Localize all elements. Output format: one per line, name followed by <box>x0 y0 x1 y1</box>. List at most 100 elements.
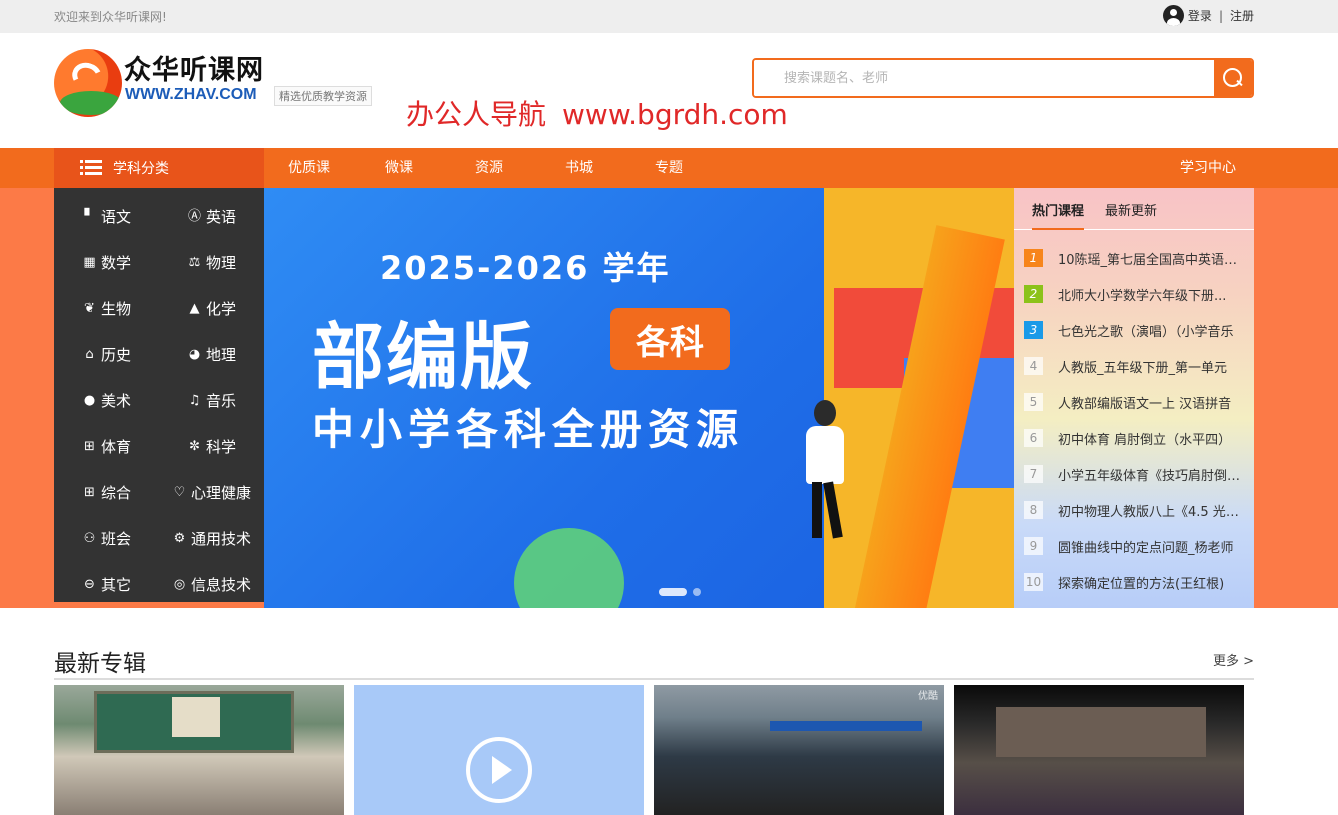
hot-course-item[interactable]: 1 10陈瑶_第七届全国高中英语课堂 <box>1024 247 1246 269</box>
leaf-decoration <box>514 528 624 608</box>
nav-links: 优质课 微课 资源 书城 专题 <box>264 148 714 188</box>
album-card[interactable] <box>354 685 644 815</box>
globe-icon: ◕ <box>188 346 201 362</box>
banner-year: 2025-2026 学年 <box>380 249 671 287</box>
subject-pe[interactable]: ⊞ 体育 <box>54 423 159 469</box>
hot-courses-panel: 热门课程 最新更新 1 10陈瑶_第七届全国高中英语课堂 2 北师大小学数学六年级下… <box>1014 188 1254 608</box>
subject-sidebar: ▘ 语文 Ⓐ 英语 ▦ 数学 ⚖ 物理 ❦ 生物 ▲ 化学 ⌂ 历史 ◕ 地理 ● 美术 ♫ 音乐 … <box>54 188 264 602</box>
nav-link-resources[interactable]: 资源 <box>444 148 534 188</box>
hot-course-item[interactable]: 5 人教部编版语文一上 汉语拼音 <box>1024 391 1246 413</box>
latest-albums-header: 最新专辑 更多 > <box>54 640 1254 680</box>
hot-course-item[interactable]: 4 人教版_五年级下册_第一单元 <box>1024 355 1246 377</box>
album-card[interactable]: 优酷 <box>654 685 944 815</box>
site-logo[interactable]: 众华听课网 WWW.ZHAV.COM 精选优质教学资源 <box>54 48 384 118</box>
flask-icon: ▲ <box>189 300 200 316</box>
category-menu-button[interactable]: 学科分类 <box>54 148 264 188</box>
hot-course-item[interactable]: 3 七色光之歌（演唱）（小学音乐 <box>1024 319 1246 341</box>
calculator-icon: ▦ <box>83 254 96 270</box>
user-area: 登录 | 注册 <box>1162 5 1254 26</box>
album-card[interactable] <box>54 685 344 815</box>
book-icon: ▘ <box>84 208 95 224</box>
hot-course-item[interactable]: 10 探索确定位置的方法(王红根) <box>1024 571 1246 593</box>
section-title: 最新专辑 <box>54 651 146 677</box>
signal-icon: ◎ <box>173 576 186 592</box>
promo-banner[interactable]: 2025-2026 学年 部编版 各科 中小学各科全册资源 <box>264 188 1014 608</box>
gear-ring-icon: ⚙ <box>173 530 186 546</box>
search-box <box>752 58 1254 98</box>
menu-list-icon <box>80 160 102 176</box>
people-icon: ⚇ <box>83 530 96 546</box>
subject-art[interactable]: ● 美术 <box>54 377 159 423</box>
watermark-name: 办公人导航 <box>406 98 547 131</box>
hot-course-item[interactable]: 6 初中体育 肩肘倒立（水平四） <box>1024 427 1246 449</box>
subject-chemistry[interactable]: ▲ 化学 <box>159 285 264 331</box>
logo-name: 众华听课网 <box>124 55 264 86</box>
header: 众华听课网 WWW.ZHAV.COM 精选优质教学资源 办公人导航 www.bgr… <box>0 33 1338 148</box>
slide-dot-2[interactable] <box>693 588 701 596</box>
tab-hot-courses[interactable]: 热门课程 <box>1032 200 1085 230</box>
subject-math[interactable]: ▦ 数学 <box>54 239 159 285</box>
slide-dots <box>659 588 701 596</box>
nav-link-topics[interactable]: 专题 <box>624 148 714 188</box>
search-button[interactable] <box>1214 60 1252 96</box>
hot-course-item[interactable]: 8初中物理人教版八上《4.5 光的色散》 <box>1024 499 1246 521</box>
nav-link-bookstore[interactable]: 书城 <box>534 148 624 188</box>
teacher-illustration <box>796 400 856 540</box>
hot-course-item[interactable]: 2 北师大小学数学六年级下册... <box>1024 283 1246 305</box>
separator: | <box>1218 8 1223 23</box>
grid-icon: ⊞ <box>84 484 95 500</box>
album-card[interactable] <box>954 685 1244 815</box>
welcome-text: 欢迎来到众华听课网! <box>54 10 167 24</box>
banner-subline: 中小学各科全册资源 <box>312 405 745 454</box>
nav-link-micro-course[interactable]: 微课 <box>354 148 444 188</box>
subject-chinese[interactable]: ▘ 语文 <box>54 193 159 239</box>
search-input[interactable] <box>754 60 1214 96</box>
subject-science[interactable]: ✼ 科学 <box>159 423 264 469</box>
palette-icon: ● <box>83 392 96 408</box>
letter-a-icon: Ⓐ <box>187 208 201 224</box>
banner-badge: 各科 <box>610 308 730 370</box>
album-cards: 优酷 <box>54 685 1254 815</box>
subject-it[interactable]: ◎ 信息技术 <box>159 561 264 607</box>
subject-history[interactable]: ⌂ 历史 <box>54 331 159 377</box>
nav-link-quality-course[interactable]: 优质课 <box>264 148 354 188</box>
logo-mark-icon <box>54 49 122 117</box>
hero-section: ▘ 语文 Ⓐ 英语 ▦ 数学 ⚖ 物理 ❦ 生物 ▲ 化学 ⌂ 历史 ◕ 地理 ● 美术 ♫ 音乐 … <box>0 188 1338 608</box>
watermark: 办公人导航 www.bgrdh.com <box>406 93 788 133</box>
hot-tabs: 热门课程 最新更新 <box>1014 188 1254 230</box>
subject-class-meeting[interactable]: ⚇ 班会 <box>54 515 159 561</box>
user-avatar-icon[interactable] <box>1162 5 1184 26</box>
temple-icon: ⌂ <box>85 346 94 362</box>
category-label: 学科分类 <box>113 161 169 177</box>
login-link[interactable]: 登录 <box>1188 7 1212 24</box>
leaf-icon: ❦ <box>84 300 95 316</box>
tab-latest-updates[interactable]: 最新更新 <box>1105 200 1157 219</box>
subject-other[interactable]: ⊖ 其它 <box>54 561 159 607</box>
hot-course-item[interactable]: 9 圆锥曲线中的定点问题_杨老师 <box>1024 535 1246 557</box>
register-link[interactable]: 注册 <box>1230 7 1254 24</box>
play-icon <box>466 737 532 803</box>
music-note-icon: ♫ <box>188 392 201 408</box>
subject-biology[interactable]: ❦ 生物 <box>54 285 159 331</box>
logo-domain: WWW.ZHAV.COM <box>125 86 257 103</box>
subject-geography[interactable]: ◕ 地理 <box>159 331 264 377</box>
hot-course-item[interactable]: 7 小学五年级体育《技巧肩肘倒立》 <box>1024 463 1246 485</box>
main-nav: 学科分类 优质课 微课 资源 书城 专题 学习中心 <box>0 148 1338 188</box>
slide-dot-1[interactable] <box>659 588 687 596</box>
subject-mental-health[interactable]: ♡ 心理健康 <box>159 469 264 515</box>
atom-icon: ✼ <box>189 438 200 454</box>
more-link[interactable]: 更多 > <box>1213 650 1254 669</box>
nav-link-study-center[interactable]: 学习中心 <box>1180 148 1236 188</box>
subject-english[interactable]: Ⓐ 英语 <box>159 193 264 239</box>
heart-icon: ♡ <box>173 484 186 500</box>
subject-music[interactable]: ♫ 音乐 <box>159 377 264 423</box>
video-source-label: 优酷 <box>918 691 938 702</box>
subject-physics[interactable]: ⚖ 物理 <box>159 239 264 285</box>
scale-icon: ⚖ <box>188 254 201 270</box>
top-bar: 欢迎来到众华听课网! 登录 | 注册 <box>0 0 1338 33</box>
sports-icon: ⊞ <box>84 438 95 454</box>
subject-comprehensive[interactable]: ⊞ 综合 <box>54 469 159 515</box>
logo-slogan: 精选优质教学资源 <box>274 86 372 106</box>
banner-headline: 部编版 <box>312 315 535 399</box>
subject-general-tech[interactable]: ⚙ 通用技术 <box>159 515 264 561</box>
